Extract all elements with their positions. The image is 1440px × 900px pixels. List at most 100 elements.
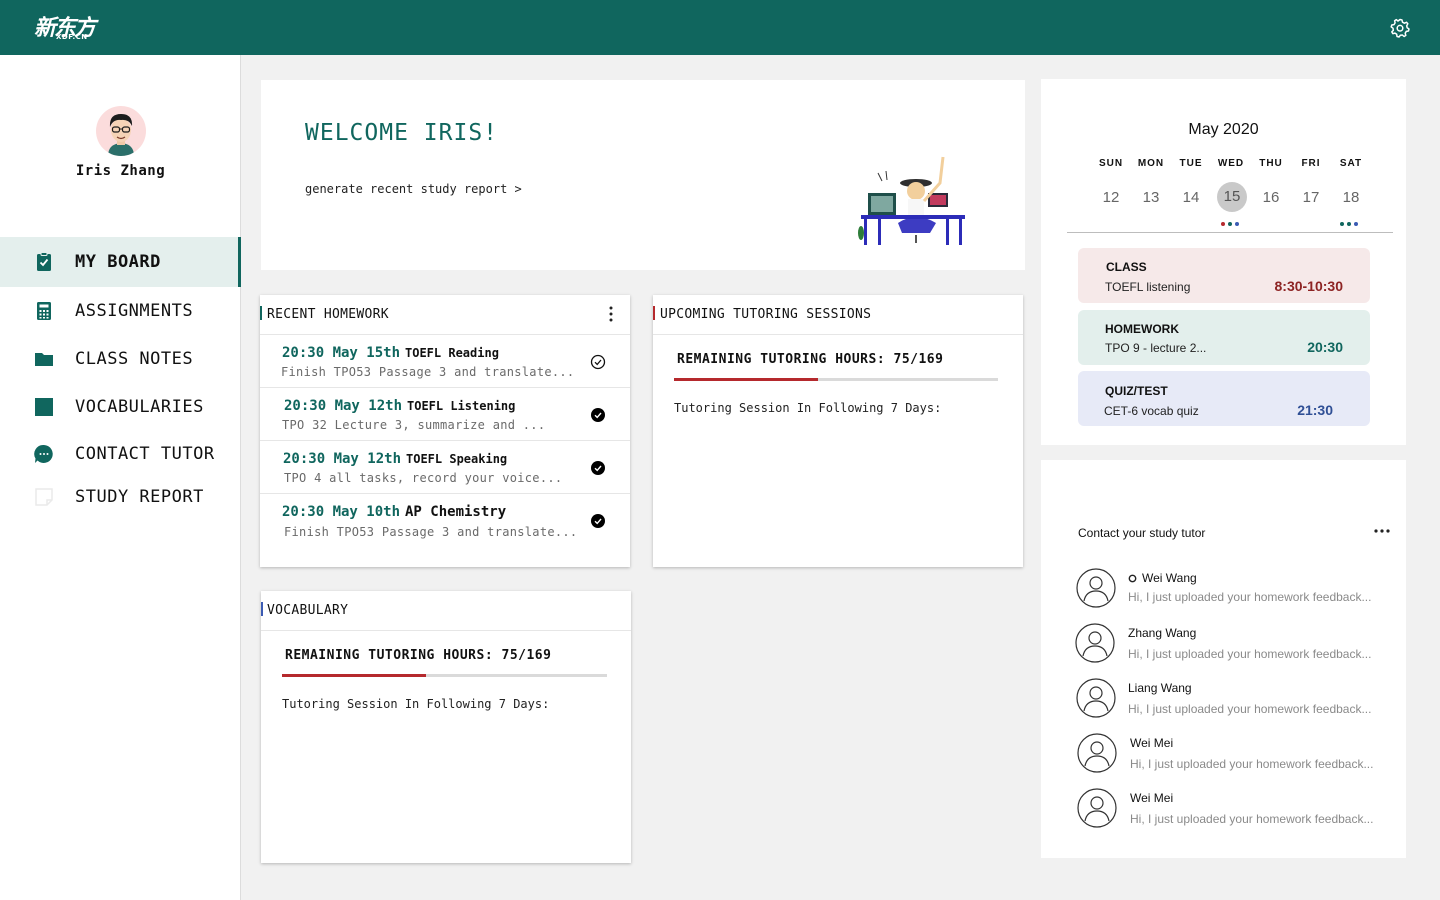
student-at-desk-illustration xyxy=(858,156,965,245)
event-dots xyxy=(1221,213,1242,226)
xdf-logo[interactable]: 新东方 XDF.CN xyxy=(34,10,104,44)
homework-description: TPO 32 Lecture 3, summarize and ... xyxy=(282,418,546,432)
contact-item[interactable]: Wei Mei Hi, I just uploaded your homewor… xyxy=(1077,788,1397,832)
contact-name: Wei Mei xyxy=(1130,736,1174,750)
nav-vocabularies[interactable]: VOCABULARIES xyxy=(0,382,241,432)
event-dot xyxy=(1228,222,1232,226)
weekday-label: THU xyxy=(1259,158,1283,169)
weekday-label: FRI xyxy=(1301,158,1321,169)
contact-item[interactable]: Zhang Wang Hi, I just uploaded your home… xyxy=(1075,623,1395,667)
nav-study-report[interactable]: STUDY REPORT xyxy=(0,472,241,522)
event-name: TOEFL listening xyxy=(1105,280,1191,294)
contact-item[interactable]: Wei Mei Hi, I just uploaded your homewor… xyxy=(1077,733,1397,777)
user-avatar-icon xyxy=(1075,623,1115,663)
calendar-day[interactable]: 13 xyxy=(1136,183,1166,213)
event-class[interactable]: CLASS TOEFL listening 8:30-10:30 xyxy=(1078,248,1370,303)
event-dot xyxy=(1347,222,1351,226)
nav-class-notes[interactable]: CLASS NOTES xyxy=(0,334,241,384)
weekday-label: MON xyxy=(1137,158,1165,169)
homework-subject: AP Chemistry xyxy=(405,504,507,520)
session-heading: Tutoring Session In Following 7 Days: xyxy=(674,401,942,415)
top-bar: 新东方 XDF.CN xyxy=(0,0,1440,55)
gear-icon[interactable] xyxy=(1390,18,1410,38)
section-title: VOCABULARY xyxy=(267,603,349,618)
homework-due: 20:30 May 12th xyxy=(284,398,403,414)
contact-name: Liang Wang xyxy=(1128,681,1192,695)
nav-label: CLASS NOTES xyxy=(75,349,194,369)
homework-item[interactable]: 20:30 May 10th AP Chemistry Finish TPO53… xyxy=(260,494,630,547)
user-avatar-icon xyxy=(1077,788,1117,828)
welcome-card: WELCOME IRIS! generate recent study repo… xyxy=(261,80,1025,270)
event-dot xyxy=(1340,222,1344,226)
check-circle-filled-icon[interactable] xyxy=(590,407,606,423)
event-time: 8:30-10:30 xyxy=(1274,278,1344,294)
weekday-label: SAT xyxy=(1339,158,1363,169)
remaining-hours: REMAINING TUTORING HOURS: 75/169 xyxy=(285,648,552,663)
more-horizontal-icon[interactable] xyxy=(1373,528,1391,534)
calendar-day[interactable]: 17 xyxy=(1296,183,1326,213)
event-time: 20:30 xyxy=(1307,339,1343,355)
nav-assignments[interactable]: ASSIGNMENTS xyxy=(0,286,241,336)
hours-progress-fill xyxy=(674,378,818,381)
check-circle-outline-icon[interactable] xyxy=(590,354,606,370)
weekday-label: WED xyxy=(1217,158,1245,169)
user-avatar[interactable] xyxy=(96,106,146,156)
vocabulary-card: VOCABULARY REMAINING TUTORING HOURS: 75/… xyxy=(261,591,631,863)
calendar-day[interactable]: 12 xyxy=(1096,183,1126,213)
homework-item[interactable]: 20:30 May 12th TOEFL Listening TPO 32 Le… xyxy=(260,388,630,441)
avatar-illustration xyxy=(108,114,134,156)
note-icon xyxy=(35,488,53,506)
homework-item[interactable]: 20:30 May 12th TOEFL Speaking TPO 4 all … xyxy=(260,441,630,494)
section-accent-bar xyxy=(260,306,262,320)
event-homework[interactable]: HOMEWORK TPO 9 - lecture 2... 20:30 xyxy=(1078,310,1370,365)
event-dot xyxy=(1221,222,1225,226)
sidebar: Iris Zhang MY BOARD ASSIGNMENTS CLASS NO… xyxy=(0,55,241,900)
event-type: QUIZ/TEST xyxy=(1105,384,1168,398)
nav-my-board[interactable]: MY BOARD xyxy=(0,237,241,287)
homework-due: 20:30 May 12th xyxy=(283,451,402,467)
contacts-title: Contact your study tutor xyxy=(1078,526,1206,540)
hours-progress-bar xyxy=(674,378,998,381)
homework-subject: TOEFL Speaking xyxy=(406,452,508,466)
event-dots xyxy=(1340,213,1361,226)
chat-bubble-icon xyxy=(34,444,53,463)
contact-item[interactable]: Wei Wang Hi, I just uploaded your homewo… xyxy=(1076,568,1396,612)
more-vertical-icon[interactable] xyxy=(606,305,616,323)
contact-name: Wei Wang xyxy=(1142,571,1197,585)
event-name: CET-6 vocab quiz xyxy=(1104,404,1199,418)
clipboard-check-icon xyxy=(37,252,51,271)
calendar-day[interactable]: 14 xyxy=(1176,183,1206,213)
calendar-card: May 2020 SUN MON TUE WED THU FRI SAT 12 … xyxy=(1041,79,1406,445)
event-type: CLASS xyxy=(1106,260,1147,274)
homework-description: TPO 4 all tasks, record your voice... xyxy=(284,471,563,485)
event-time: 21:30 xyxy=(1297,402,1333,418)
user-name: Iris Zhang xyxy=(75,163,166,179)
study-report-link[interactable]: generate recent study report > xyxy=(305,182,522,196)
check-circle-filled-icon[interactable] xyxy=(590,460,606,476)
calendar-day[interactable]: 16 xyxy=(1256,183,1286,213)
hours-progress-bar xyxy=(282,674,607,677)
section-title: RECENT HOMEWORK xyxy=(267,307,389,322)
contact-message: Hi, I just uploaded your homework feedba… xyxy=(1128,702,1372,716)
weekday-label: SUN xyxy=(1098,158,1124,169)
homework-description: Finish TPO53 Passage 3 and translate... xyxy=(281,365,575,379)
event-quiz[interactable]: QUIZ/TEST CET-6 vocab quiz 21:30 xyxy=(1078,371,1370,426)
calendar-day-today[interactable]: 15 xyxy=(1217,182,1247,212)
homework-description: Finish TPO53 Passage 3 and translate... xyxy=(284,525,578,539)
hours-progress-fill xyxy=(282,674,427,677)
nav-label: CONTACT TUTOR xyxy=(75,444,215,464)
session-heading: Tutoring Session In Following 7 Days: xyxy=(282,697,550,711)
calendar-day[interactable]: 18 xyxy=(1336,183,1366,213)
section-title: UPCOMING TUTORING SESSIONS xyxy=(660,307,872,322)
contact-item[interactable]: Liang Wang Hi, I just uploaded your home… xyxy=(1076,678,1396,722)
nav-label: MY BOARD xyxy=(75,252,161,272)
homework-due: 20:30 May 15th xyxy=(282,345,401,361)
homework-subject: TOEFL Reading xyxy=(405,346,499,360)
calculator-icon xyxy=(37,302,51,320)
contact-message: Hi, I just uploaded your homework feedba… xyxy=(1128,590,1372,604)
contact-name: Wei Mei xyxy=(1130,791,1174,805)
event-type: HOMEWORK xyxy=(1105,322,1179,336)
check-circle-filled-icon[interactable] xyxy=(590,513,606,529)
homework-item[interactable]: 20:30 May 15th TOEFL Reading Finish TPO5… xyxy=(260,335,630,388)
contact-message: Hi, I just uploaded your homework feedba… xyxy=(1130,812,1374,826)
